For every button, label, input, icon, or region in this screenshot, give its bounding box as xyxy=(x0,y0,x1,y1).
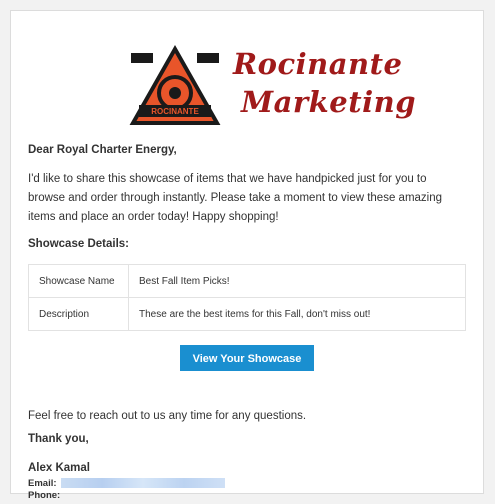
brand-logo: ROCINANTE Rocinante Marketing xyxy=(129,43,416,133)
phone-label: Phone: xyxy=(28,490,61,501)
showcase-name-value: Best Fall Item Picks! xyxy=(128,264,466,298)
description-value: These are the best items for this Fall, … xyxy=(128,297,466,331)
email-body: Dear Royal Charter Energy, I'd like to s… xyxy=(28,141,466,502)
email-row: Email: xyxy=(28,478,466,490)
closing-text: Feel free to reach out to us any time fo… xyxy=(28,410,307,422)
showcase-name-label: Showcase Name xyxy=(28,264,129,298)
showcase-details-title: Showcase Details: xyxy=(28,238,129,250)
brand-name: Rocinante Marketing xyxy=(233,45,416,121)
table-row: Description These are the best items for… xyxy=(28,297,466,331)
brand-line1: Rocinante xyxy=(233,47,403,81)
rocinante-emblem-icon: ROCINANTE xyxy=(129,44,221,125)
brand-line2: Marketing xyxy=(241,85,416,119)
description-label: Description xyxy=(28,297,129,331)
signature-name: Alex Kamal xyxy=(28,462,91,474)
phone-row: Phone: xyxy=(28,490,466,502)
emblem-text: ROCINANTE xyxy=(151,107,199,116)
email-redacted xyxy=(61,478,226,489)
showcase-table: Showcase Name Best Fall Item Picks! Desc… xyxy=(28,264,466,331)
email-card: ROCINANTE Rocinante Marketing Dear Royal… xyxy=(10,10,484,501)
greeting: Dear Royal Charter Energy, xyxy=(28,144,177,156)
table-row: Showcase Name Best Fall Item Picks! xyxy=(28,264,466,298)
email-label: Email: xyxy=(28,478,57,489)
thank-you: Thank you, xyxy=(28,433,89,445)
view-showcase-button[interactable]: View Your Showcase xyxy=(180,345,314,371)
intro-paragraph: I'd like to share this showcase of items… xyxy=(28,173,443,223)
